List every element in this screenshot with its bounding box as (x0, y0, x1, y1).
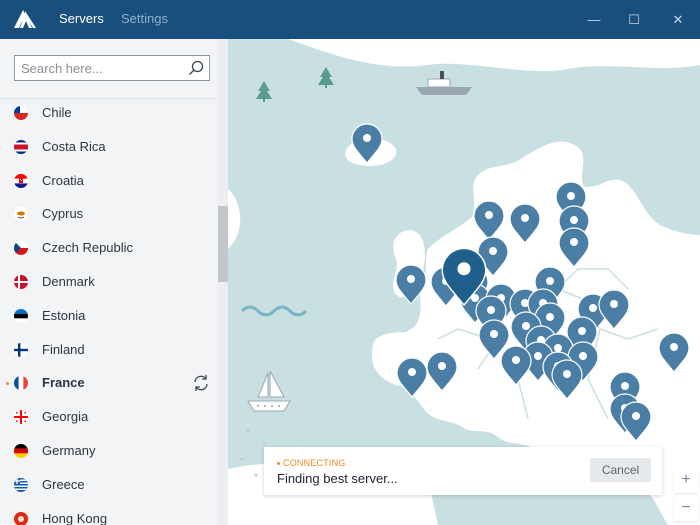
country-item-croatia[interactable]: Croatia (0, 164, 218, 198)
connection-status-text: CONNECTING (283, 458, 346, 468)
georgia-flag-icon (14, 410, 28, 425)
cyprus-flag-icon (14, 207, 28, 222)
nordvpn-logo (14, 10, 36, 28)
connection-message: Finding best server... (277, 471, 398, 486)
country-item-czech-republic[interactable]: Czech Republic (0, 231, 218, 265)
hong-kong-flag-icon (14, 511, 28, 525)
connection-status: CONNECTING (277, 458, 346, 468)
denmark-flag-icon (14, 274, 28, 289)
country-item-denmark[interactable]: Denmark (0, 265, 218, 299)
costa-rica-flag-icon (14, 139, 28, 154)
maximize-button[interactable]: ☐ (624, 10, 644, 30)
active-indicator (6, 382, 9, 386)
greece-flag-icon (14, 477, 28, 492)
search-box[interactable] (14, 55, 210, 81)
country-name: France (42, 375, 85, 391)
country-item-hong-kong[interactable]: Hong Kong (0, 502, 218, 525)
title-bar: Servers Settings — ☐ ✕ (0, 0, 700, 39)
close-button[interactable]: ✕ (668, 10, 688, 30)
connection-status-card: CONNECTING Finding best server... Cancel (264, 447, 662, 495)
cancel-button[interactable]: Cancel (590, 458, 651, 482)
country-item-finland[interactable]: Finland (0, 333, 218, 367)
zoom-out-button[interactable]: − (674, 497, 698, 521)
country-item-france[interactable]: France (0, 366, 218, 400)
zoom-in-button[interactable]: + (674, 469, 698, 493)
country-name: Chile (42, 105, 72, 120)
france-flag-icon (14, 376, 28, 391)
country-name: Denmark (42, 273, 95, 289)
country-item-georgia[interactable]: Georgia (0, 400, 218, 434)
country-item-chile[interactable]: Chile (0, 96, 218, 130)
country-list: Chile Costa Rica Croatia Cyprus Czech Re… (0, 96, 218, 525)
estonia-flag-icon (14, 308, 28, 323)
country-name: Cyprus (42, 206, 84, 222)
croatia-flag-icon (14, 173, 28, 188)
tab-settings[interactable]: Settings (121, 11, 168, 26)
country-item-estonia[interactable]: Estonia (0, 299, 218, 333)
minimize-button[interactable]: — (584, 10, 604, 30)
sidebar-scrollbar-thumb[interactable] (218, 206, 228, 282)
search-input[interactable] (21, 56, 181, 80)
tab-servers[interactable]: Servers (59, 11, 104, 26)
country-item-germany[interactable]: Germany (0, 434, 218, 468)
czech-republic-flag-icon (14, 241, 28, 256)
germany-flag-icon (14, 443, 28, 458)
country-item-cyprus[interactable]: Cyprus (0, 197, 218, 231)
search-icon[interactable] (188, 60, 204, 76)
chile-flag-icon (14, 106, 28, 120)
reconnect-icon[interactable] (191, 373, 211, 393)
country-item-costa-rica[interactable]: Costa Rica (0, 130, 218, 164)
status-dot (277, 462, 280, 466)
country-item-greece[interactable]: Greece (0, 468, 218, 502)
country-name: Hong Kong (42, 510, 108, 525)
country-name: Estonia (42, 307, 86, 323)
server-sidebar: Chile Costa Rica Croatia Cyprus Cze (0, 39, 228, 525)
sidebar-scrollbar-track[interactable] (218, 39, 228, 525)
country-name: Greece (42, 476, 85, 492)
country-name: Georgia (42, 409, 89, 425)
country-name: Costa Rica (42, 138, 106, 154)
country-name: Czech Republic (42, 240, 134, 256)
country-name: Croatia (42, 172, 84, 188)
finland-flag-icon (14, 342, 28, 357)
country-name: Germany (42, 442, 96, 458)
country-name: Finland (42, 341, 85, 357)
